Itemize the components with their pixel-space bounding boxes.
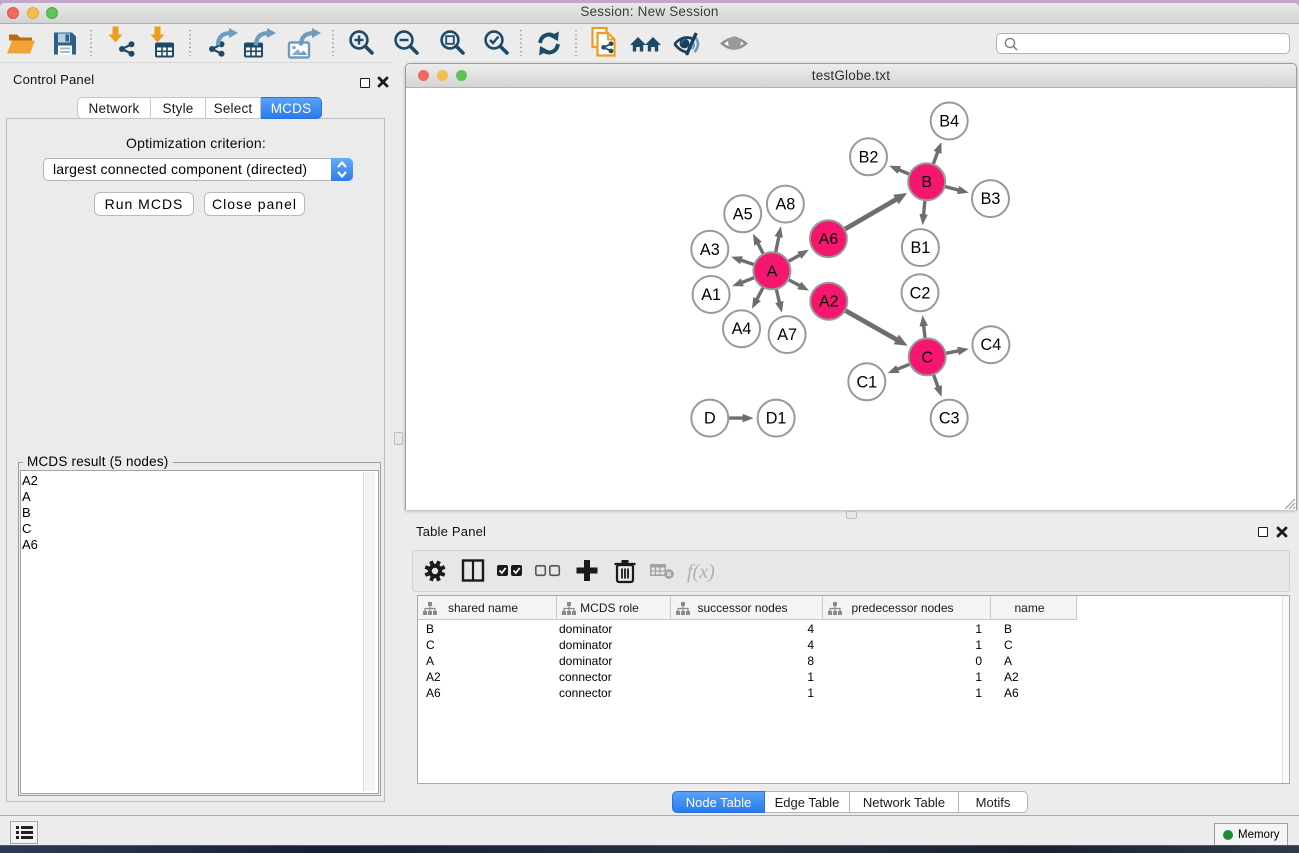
svg-text:A6: A6 — [819, 231, 839, 248]
svg-text:B: B — [921, 174, 932, 191]
svg-text:C2: C2 — [910, 284, 931, 302]
svg-text:B3: B3 — [981, 190, 1001, 208]
svg-text:f(x): f(x) — [687, 561, 715, 583]
svg-text:A: A — [767, 263, 778, 280]
svg-text:A2: A2 — [819, 294, 839, 311]
svg-text:A8: A8 — [775, 196, 795, 214]
svg-text:C1: C1 — [856, 373, 877, 391]
svg-text:A3: A3 — [700, 241, 720, 259]
svg-text:C3: C3 — [939, 410, 960, 428]
svg-text:A4: A4 — [732, 320, 752, 338]
svg-text:D1: D1 — [766, 410, 787, 428]
svg-text:B2: B2 — [859, 148, 879, 166]
svg-text:A5: A5 — [733, 205, 753, 223]
svg-text:B4: B4 — [939, 113, 959, 131]
svg-text:D: D — [704, 410, 716, 428]
svg-text:A7: A7 — [777, 326, 797, 344]
svg-text:C4: C4 — [981, 336, 1002, 354]
svg-text:C: C — [921, 349, 933, 366]
svg-text:A1: A1 — [701, 286, 721, 304]
svg-text:B1: B1 — [910, 239, 930, 257]
